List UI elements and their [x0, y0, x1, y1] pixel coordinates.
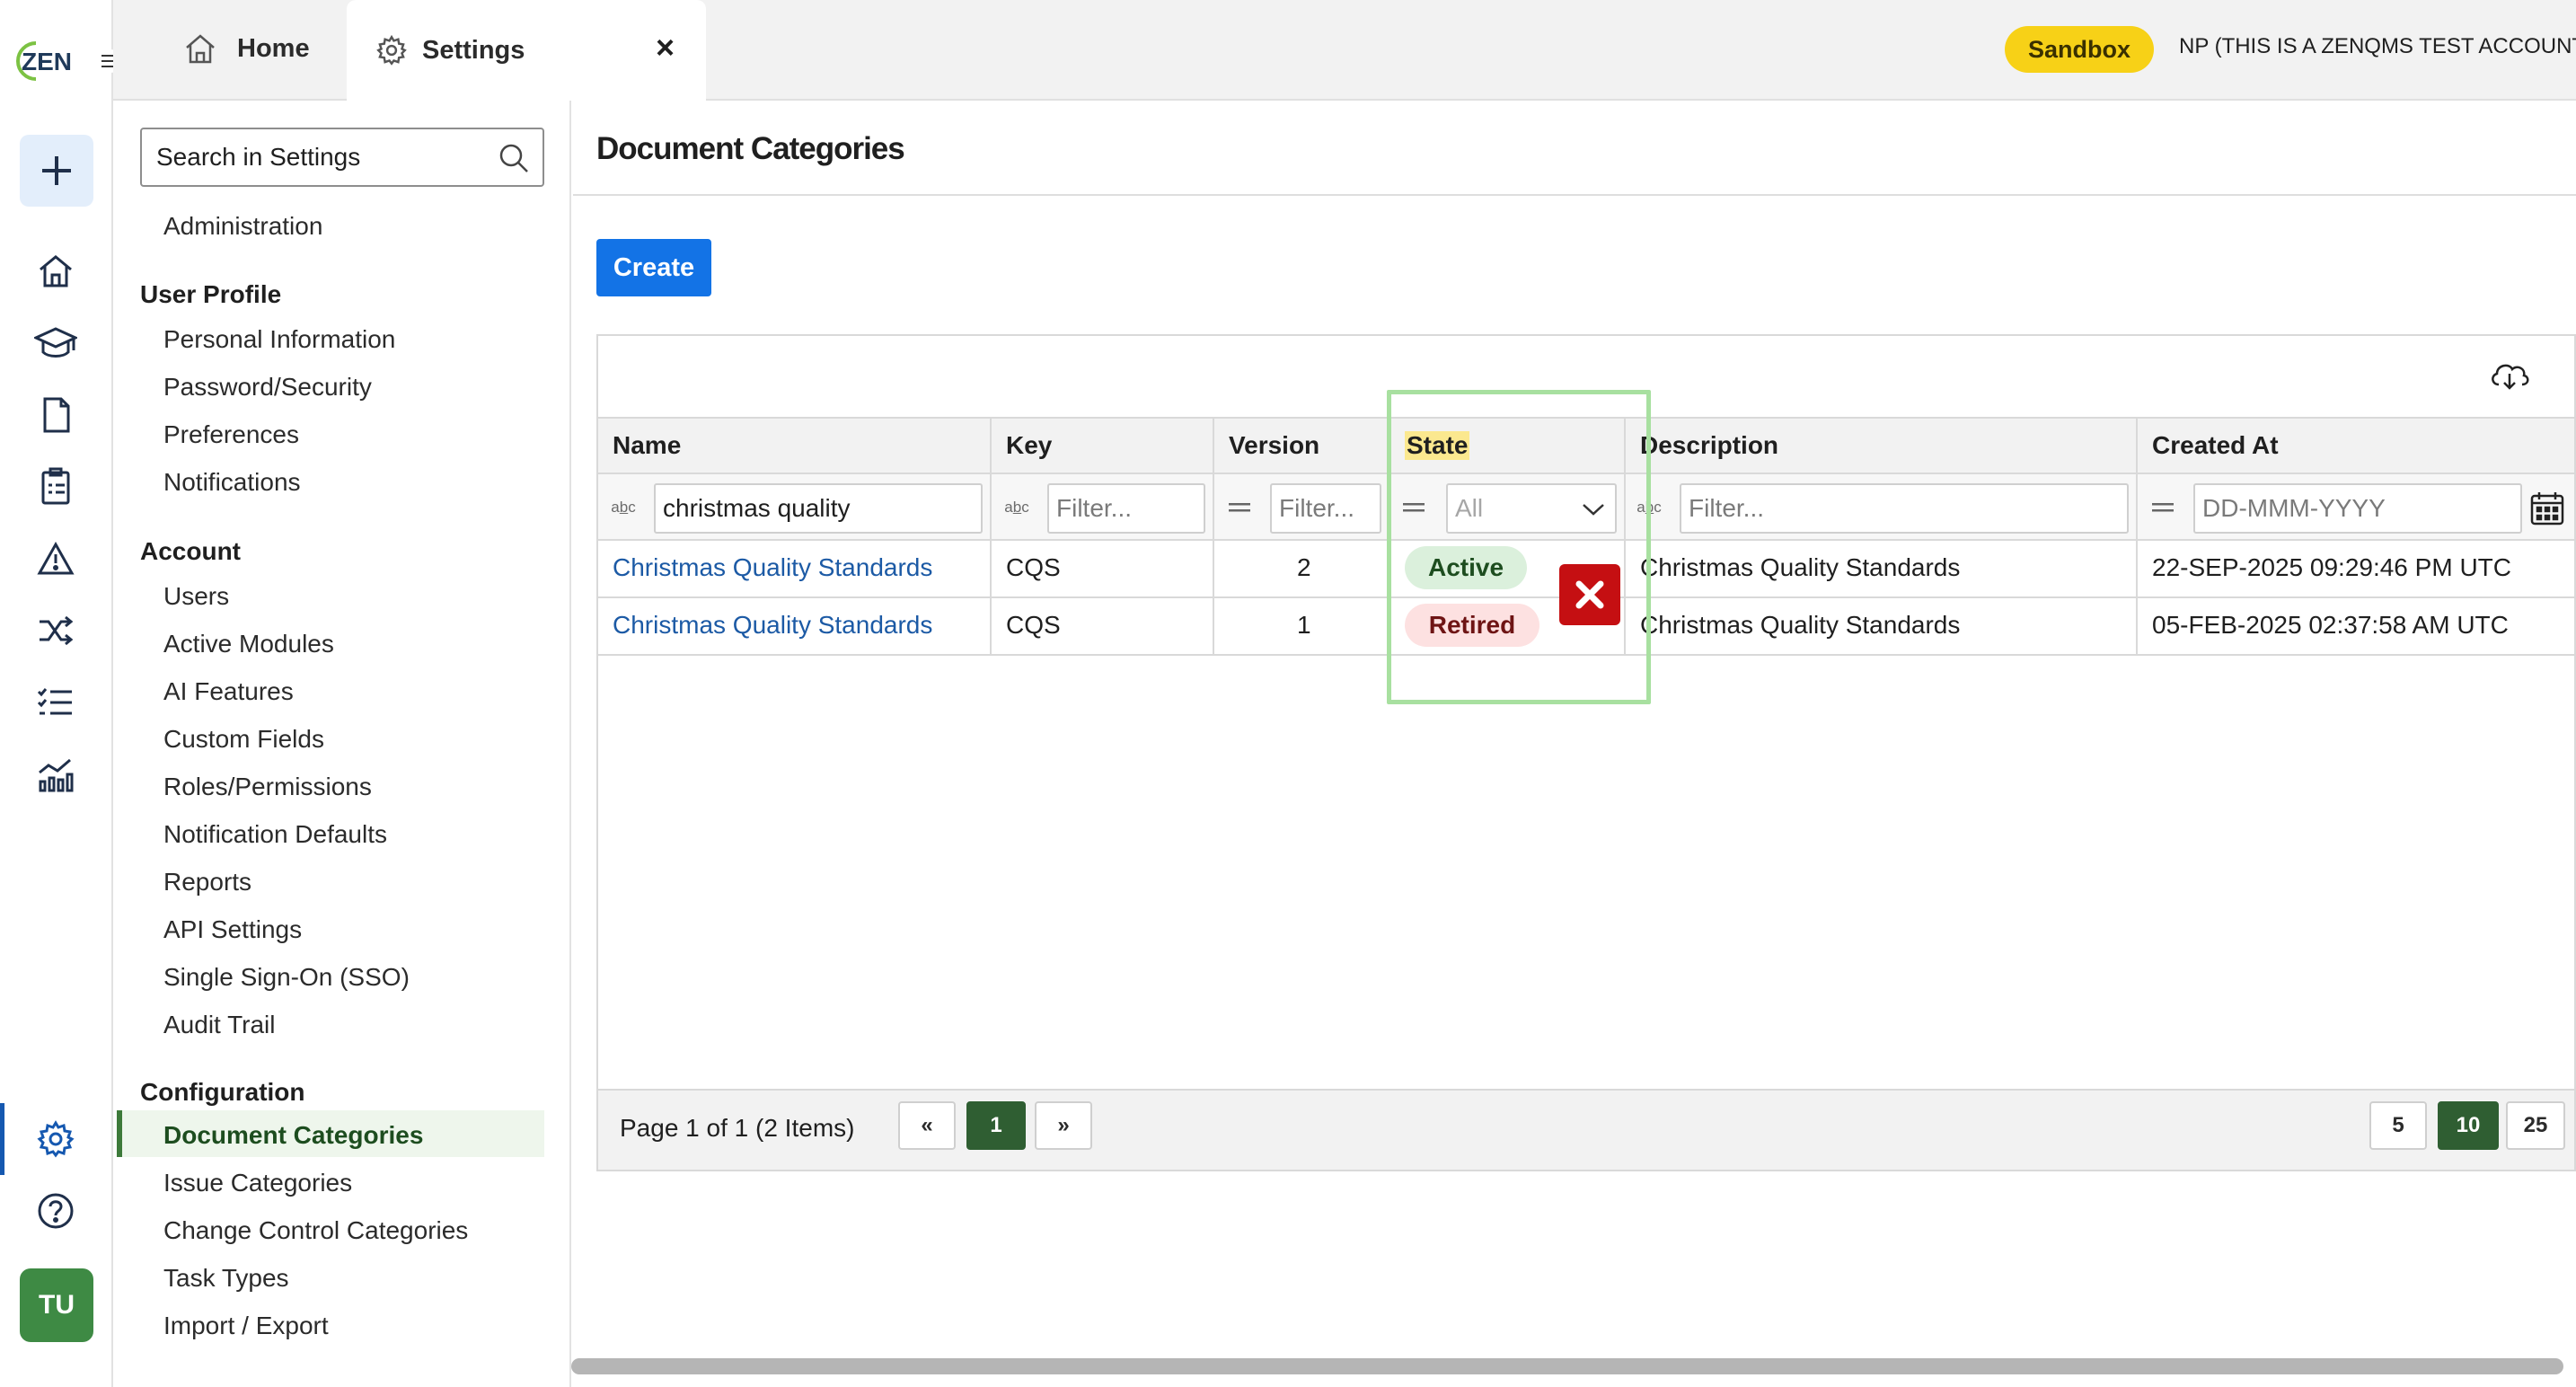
row-description: Christmas Quality Standards [1640, 553, 1961, 581]
tab-home[interactable]: Home [113, 0, 345, 101]
row-version: 2 [1297, 553, 1311, 581]
row-key: CQS [1006, 553, 1061, 581]
logo-text: ZEN [22, 48, 72, 75]
page-1-button[interactable]: 1 [966, 1101, 1026, 1150]
create-button[interactable]: Create [596, 239, 711, 296]
sidebar-item-custom-fields[interactable]: Custom Fields [163, 725, 324, 754]
settings-sidebar: Administration User Profile Personal Inf… [113, 101, 571, 1387]
sidebar-item-document-categories[interactable]: Document Categories [163, 1121, 423, 1150]
text-filter-icon[interactable]: abc [607, 492, 640, 523]
plus-icon [42, 156, 71, 185]
column-header-version[interactable]: Version [1229, 431, 1319, 460]
created-at-filter-input[interactable] [2193, 483, 2522, 534]
description-filter-input[interactable] [1680, 483, 2129, 534]
version-filter-input[interactable] [1270, 483, 1381, 534]
row-name-link[interactable]: Christmas Quality Standards [613, 611, 932, 640]
rail-active-indicator [0, 1103, 4, 1175]
gear-icon [376, 34, 407, 66]
sidebar-heading-account: Account [140, 537, 241, 565]
sidebar-item-change-control-categories[interactable]: Change Control Categories [163, 1216, 468, 1245]
calendar-icon[interactable] [2529, 490, 2565, 526]
row-created-at: 05-FEB-2025 02:37:58 AM UTC [2152, 611, 2509, 639]
search-icon[interactable] [498, 142, 530, 174]
next-page-button[interactable]: » [1035, 1101, 1092, 1150]
sidebar-item-import-export[interactable]: Import / Export [163, 1312, 329, 1340]
column-header-description[interactable]: Description [1640, 431, 1778, 460]
page-size-10-button[interactable]: 10 [2438, 1101, 2499, 1150]
main-content: Document Categories Create Name Key Vers… [573, 101, 2576, 1387]
column-header-created-at[interactable]: Created At [2152, 431, 2279, 460]
sidebar-item-reports[interactable]: Reports [163, 868, 251, 897]
sidebar-item-sso[interactable]: Single Sign-On (SSO) [163, 963, 410, 992]
text-filter-icon[interactable]: abc [1001, 492, 1033, 523]
sidebar-heading-configuration: Configuration [140, 1078, 305, 1106]
sandbox-badge: Sandbox [2005, 26, 2154, 73]
sidebar-item-issue-categories[interactable]: Issue Categories [163, 1169, 352, 1197]
page-size-25-button[interactable]: 25 [2506, 1101, 2565, 1150]
row-version: 1 [1297, 611, 1311, 639]
account-name[interactable]: NP (THIS IS A ZENQMS TEST ACCOUNT) [2179, 34, 2576, 59]
training-icon[interactable] [32, 320, 79, 367]
warning-icon[interactable] [32, 535, 79, 582]
checklist-clipboard-icon[interactable] [32, 464, 79, 510]
sidebar-item-notifications[interactable]: Notifications [163, 468, 301, 497]
home-icon [186, 34, 215, 64]
analytics-icon[interactable] [32, 751, 79, 798]
column-divider [2136, 417, 2138, 654]
tab-home-label: Home [237, 34, 310, 63]
sidebar-item-notification-defaults[interactable]: Notification Defaults [163, 820, 387, 849]
column-divider [990, 417, 992, 654]
user-avatar[interactable]: TU [20, 1268, 93, 1342]
annotation-highlight-box [1387, 390, 1651, 704]
settings-search-input[interactable] [156, 143, 489, 172]
pagination-bar: Page 1 of 1 (2 Items) « 1 » 5 10 25 [598, 1089, 2574, 1170]
tab-settings-label: Settings [422, 36, 525, 65]
settings-gear-icon[interactable] [32, 1116, 79, 1162]
task-list-icon[interactable] [32, 679, 79, 726]
tab-settings[interactable]: Settings × [347, 0, 706, 102]
name-filter-input[interactable] [654, 483, 983, 534]
icon-rail: ZEN TU [0, 0, 122, 1387]
document-icon[interactable] [32, 392, 79, 438]
row-description: Christmas Quality Standards [1640, 611, 1961, 639]
column-divider [1213, 417, 1214, 654]
horizontal-scrollbar[interactable] [571, 1358, 2563, 1374]
zen-logo[interactable]: ZEN [9, 34, 77, 88]
sidebar-item-task-types[interactable]: Task Types [163, 1264, 289, 1293]
page-summary: Page 1 of 1 (2 Items) [620, 1114, 855, 1142]
column-header-key[interactable]: Key [1006, 431, 1052, 460]
prev-page-button[interactable]: « [898, 1101, 956, 1150]
page-size-5-button[interactable]: 5 [2369, 1101, 2427, 1150]
sidebar-item-ai-features[interactable]: AI Features [163, 677, 294, 706]
sidebar-item-personal-information[interactable]: Personal Information [163, 325, 395, 354]
sidebar-item-api-settings[interactable]: API Settings [163, 915, 302, 944]
help-icon[interactable] [32, 1188, 79, 1234]
equals-filter-icon[interactable] [1223, 492, 1256, 523]
quick-create-button[interactable] [20, 135, 93, 207]
sidebar-item-roles-permissions[interactable]: Roles/Permissions [163, 773, 372, 801]
row-name-link[interactable]: Christmas Quality Standards [613, 553, 932, 582]
sidebar-item-active-modules[interactable]: Active Modules [163, 630, 334, 658]
sidebar-item-users[interactable]: Users [163, 582, 229, 611]
row-key: CQS [1006, 611, 1061, 639]
equals-filter-icon[interactable] [2147, 492, 2179, 523]
sidebar-item-preferences[interactable]: Preferences [163, 420, 299, 449]
home-icon[interactable] [32, 248, 79, 295]
row-created-at: 22-SEP-2025 09:29:46 PM UTC [2152, 553, 2511, 581]
sidebar-heading-user-profile: User Profile [140, 280, 282, 308]
sidebar-item-administration[interactable]: Administration [163, 212, 322, 241]
close-tab-icon[interactable]: × [656, 29, 675, 66]
cloud-download-icon[interactable] [2488, 358, 2531, 393]
page-title: Document Categories [596, 131, 905, 166]
settings-search[interactable] [140, 128, 544, 187]
sidebar-item-password-security[interactable]: Password/Security [163, 373, 372, 402]
key-filter-input[interactable] [1047, 483, 1205, 534]
title-divider [573, 194, 2576, 196]
sidebar-item-audit-trail[interactable]: Audit Trail [163, 1011, 276, 1039]
column-header-name[interactable]: Name [613, 431, 681, 460]
tab-bar: Home Settings × Sandbox NP (THIS IS A ZE… [113, 0, 2576, 102]
shuffle-icon[interactable] [32, 607, 79, 654]
annotation-error-x-icon [1559, 564, 1620, 625]
